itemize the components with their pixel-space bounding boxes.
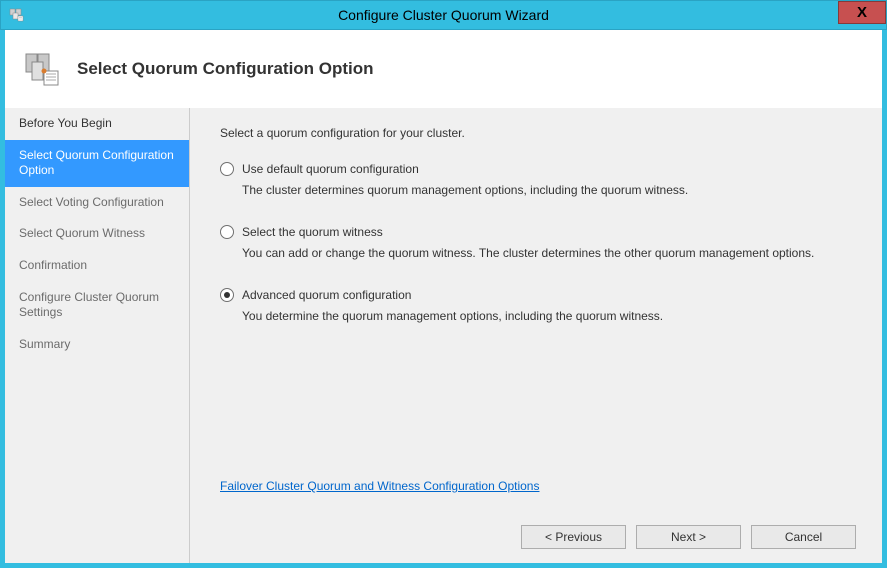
option-select-witness: Select the quorum witness You can add or… [220, 225, 856, 262]
sidebar-item-select-quorum-config[interactable]: Select Quorum Configuration Option [5, 140, 189, 187]
sidebar-item-before-you-begin[interactable]: Before You Begin [5, 108, 189, 140]
option-label: Use default quorum configuration [242, 162, 419, 176]
sidebar-item-label: Select Voting Configuration [19, 195, 164, 209]
wizard-frame: Select Quorum Configuration Option Befor… [0, 30, 887, 568]
button-row: < Previous Next > Cancel [521, 525, 856, 549]
sidebar-item-label: Configure Cluster Quorum Settings [19, 290, 159, 320]
sidebar-item-select-voting[interactable]: Select Voting Configuration [5, 187, 189, 219]
close-button[interactable]: X [838, 1, 886, 24]
option-label: Select the quorum witness [242, 225, 383, 239]
body-panel: Before You Begin Select Quorum Configura… [5, 108, 882, 563]
previous-button[interactable]: < Previous [521, 525, 626, 549]
option-default-row[interactable]: Use default quorum configuration [220, 162, 856, 176]
help-link[interactable]: Failover Cluster Quorum and Witness Conf… [220, 479, 856, 493]
sidebar-item-configure-settings[interactable]: Configure Cluster Quorum Settings [5, 282, 189, 329]
instruction-text: Select a quorum configuration for your c… [220, 126, 856, 140]
page-title: Select Quorum Configuration Option [77, 59, 374, 79]
cancel-button[interactable]: Cancel [751, 525, 856, 549]
window-title: Configure Cluster Quorum Wizard [338, 7, 549, 23]
sidebar-item-label: Confirmation [19, 258, 87, 272]
option-label: Advanced quorum configuration [242, 288, 411, 302]
sidebar-item-label: Select Quorum Witness [19, 226, 145, 240]
wizard-header-icon [23, 49, 63, 89]
sidebar-item-select-witness[interactable]: Select Quorum Witness [5, 218, 189, 250]
wizard-sidebar: Before You Begin Select Quorum Configura… [5, 108, 190, 563]
sidebar-item-label: Before You Begin [19, 116, 112, 130]
sidebar-item-label: Select Quorum Configuration Option [19, 148, 174, 178]
sidebar-item-summary[interactable]: Summary [5, 329, 189, 361]
option-default: Use default quorum configuration The clu… [220, 162, 856, 199]
app-icon [9, 7, 25, 23]
close-icon: X [857, 4, 867, 21]
option-desc: The cluster determines quorum management… [242, 182, 856, 199]
sidebar-item-confirmation[interactable]: Confirmation [5, 250, 189, 282]
option-select-witness-row[interactable]: Select the quorum witness [220, 225, 856, 239]
header-panel: Select Quorum Configuration Option [5, 30, 882, 108]
titlebar: Configure Cluster Quorum Wizard X [0, 0, 887, 30]
option-desc: You can add or change the quorum witness… [242, 245, 856, 262]
option-advanced: Advanced quorum configuration You determ… [220, 288, 856, 325]
next-button[interactable]: Next > [636, 525, 741, 549]
radio-icon [220, 162, 234, 176]
sidebar-item-label: Summary [19, 337, 70, 351]
radio-icon-checked [220, 288, 234, 302]
wizard-content: Select a quorum configuration for your c… [190, 108, 882, 563]
radio-icon [220, 225, 234, 239]
option-advanced-row[interactable]: Advanced quorum configuration [220, 288, 856, 302]
option-desc: You determine the quorum management opti… [242, 308, 856, 325]
